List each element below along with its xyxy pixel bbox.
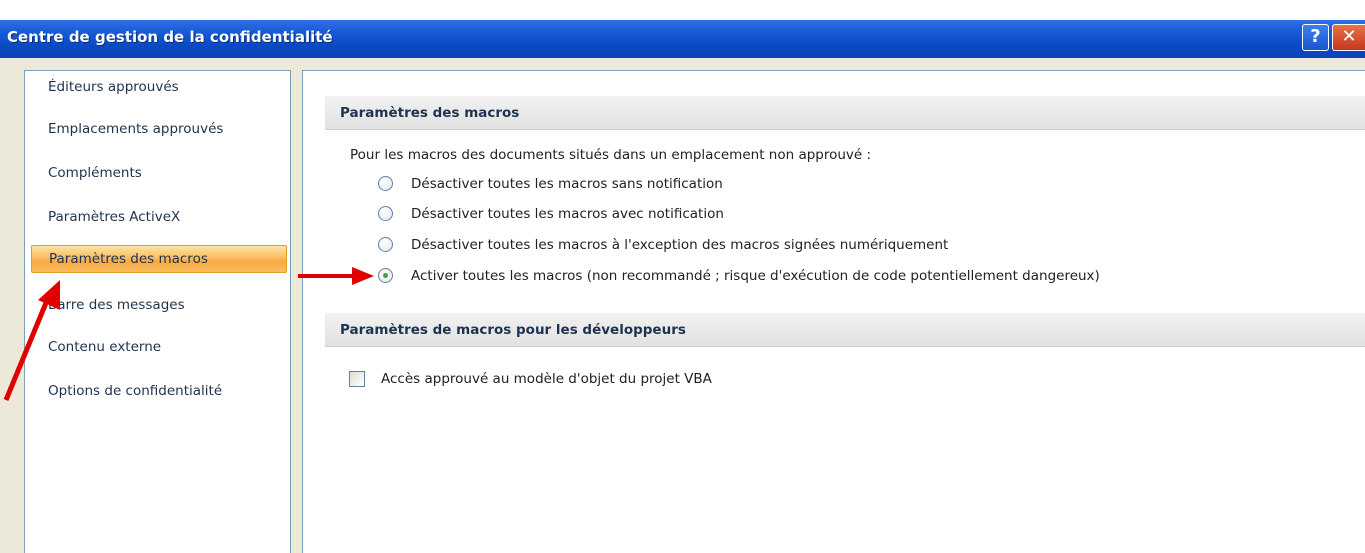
close-button[interactable]: ✕ <box>1332 24 1365 51</box>
sidebar-item-trusted-publishers[interactable]: Éditeurs approuvés <box>35 73 287 101</box>
radio-label: Désactiver toutes les macros à l'excepti… <box>411 237 949 253</box>
help-icon: ? <box>1310 26 1321 47</box>
settings-panel: Paramètres des macros Pour les macros de… <box>302 70 1365 553</box>
radio-button[interactable] <box>378 237 393 252</box>
vba-access-label: Accès approuvé au modèle d'objet du proj… <box>381 371 712 387</box>
radio-button-checked[interactable] <box>378 268 393 283</box>
radio-label: Désactiver toutes les macros sans notifi… <box>411 176 723 192</box>
sidebar-item-message-bar[interactable]: Barre des messages <box>35 291 287 319</box>
window-title: Centre de gestion de la confidentialité <box>7 28 333 46</box>
title-bar: Centre de gestion de la confidentialité … <box>0 20 1365 58</box>
sidebar-item-external-content[interactable]: Contenu externe <box>35 333 287 361</box>
radio-button[interactable] <box>378 176 393 191</box>
radio-label: Activer toutes les macros (non recommand… <box>411 268 1100 284</box>
developer-macro-settings-heading: Paramètres de macros pour les développeu… <box>325 313 1365 347</box>
sidebar-item-add-ins[interactable]: Compléments <box>35 159 287 187</box>
sidebar-item-trusted-locations[interactable]: Emplacements approuvés <box>35 115 287 143</box>
help-button[interactable]: ? <box>1302 24 1329 51</box>
sidebar-item-macro-settings[interactable]: Paramètres des macros <box>31 245 287 273</box>
trust-center-dialog: Éditeurs approuvés Emplacements approuvé… <box>0 58 1365 553</box>
sidebar-item-privacy-options[interactable]: Options de confidentialité <box>35 377 287 405</box>
radio-label: Désactiver toutes les macros avec notifi… <box>411 206 724 222</box>
annotation-arrow-diagonal <box>3 280 60 401</box>
radio-button[interactable] <box>378 206 393 221</box>
sidebar-item-activex-settings[interactable]: Paramètres ActiveX <box>35 203 287 231</box>
annotation-arrow-right <box>298 267 374 285</box>
vba-access-checkbox[interactable] <box>349 371 365 387</box>
macro-settings-heading: Paramètres des macros <box>325 96 1365 130</box>
close-icon: ✕ <box>1341 26 1357 47</box>
macro-intro-text: Pour les macros des documents situés dan… <box>350 147 872 163</box>
